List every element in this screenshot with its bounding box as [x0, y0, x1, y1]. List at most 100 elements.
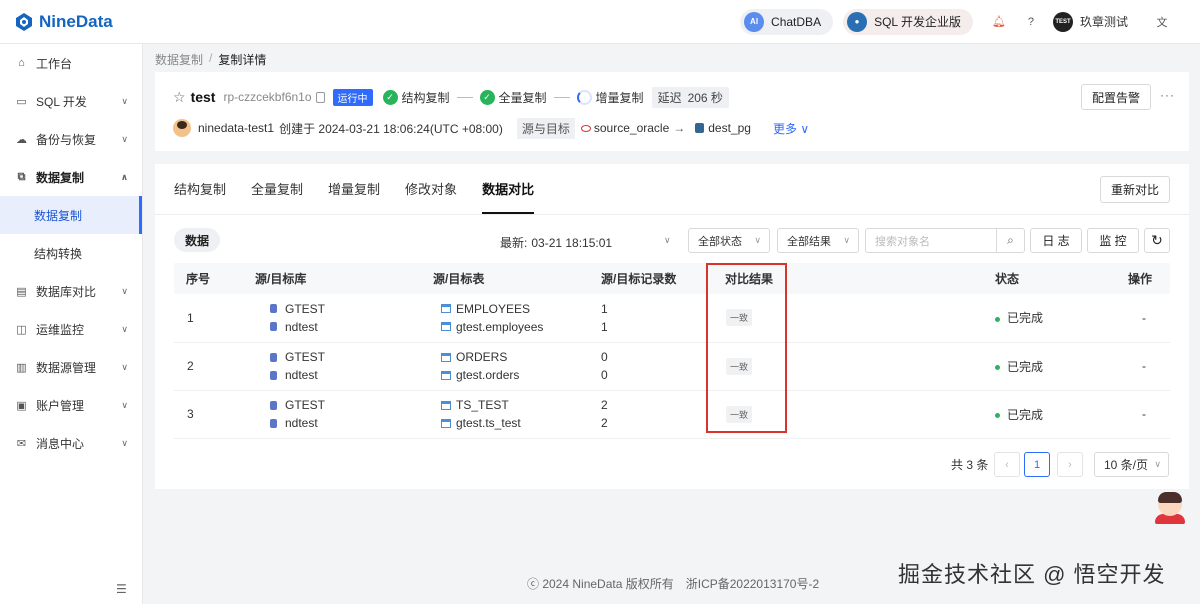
result-filter-select[interactable]: 全部结果 ∨	[777, 228, 859, 253]
sidebar-item-monitoring[interactable]: ◫ 运维监控 ∨	[0, 310, 142, 348]
target-db: ndtest	[285, 368, 318, 382]
stage-full: ✓ 全量复制	[479, 89, 547, 106]
sidebar-item-backup[interactable]: ☁ 备份与恢复 ∨	[0, 120, 142, 158]
log-button[interactable]: 日 志	[1030, 228, 1082, 253]
chevron-down-icon: ∨	[121, 361, 128, 372]
creator-name: ninedata-test1	[198, 121, 275, 135]
avatar: TEST	[1052, 11, 1073, 32]
delay-label: 延迟	[657, 90, 682, 105]
next-page-icon[interactable]: ›	[1057, 452, 1083, 477]
target-name[interactable]: dest_pg	[708, 121, 751, 135]
collapse-sidebar-icon[interactable]: ☰	[116, 582, 127, 596]
table-row: 3 GTEST ndtest TS_TEST gtest.ts_test 2 2…	[174, 390, 1170, 439]
sidebar: ⌂ 工作台 ▭ SQL 开发 ∨ ☁ 备份与恢复 ∨ ⧉ 数据复制 ∧ 数据复制…	[0, 44, 143, 604]
stage-divider	[456, 96, 473, 98]
globe-icon: ●	[847, 11, 868, 32]
sidebar-item-workbench[interactable]: ⌂ 工作台	[0, 44, 142, 82]
chatdba-button[interactable]: AI ChatDBA	[740, 8, 834, 35]
table-icon	[441, 352, 451, 362]
source-name[interactable]: source_oracle	[594, 121, 669, 135]
notification-icon[interactable]: 🔔︎	[991, 14, 1007, 30]
sidebar-item-label: 运维监控	[36, 322, 85, 337]
data-chip[interactable]: 数据	[174, 228, 220, 252]
prev-page-icon[interactable]: ‹	[994, 452, 1020, 477]
sql-edition-button[interactable]: ● SQL 开发企业版	[843, 8, 973, 35]
brand-logo[interactable]: NineData	[14, 12, 113, 32]
row-number: 2	[174, 342, 255, 391]
tab-full[interactable]: 全量复制	[251, 182, 303, 214]
help-icon[interactable]: ?	[1023, 14, 1039, 30]
sidebar-subitem-schema-convert[interactable]: 结构转换	[0, 234, 142, 272]
table-icon	[441, 400, 451, 410]
refresh-icon[interactable]: ↻	[1144, 228, 1170, 253]
tab-data-compare[interactable]: 数据对比	[482, 182, 535, 214]
more-link[interactable]: 更多 ∨	[773, 120, 809, 137]
breadcrumb-parent[interactable]: 数据复制	[155, 51, 203, 68]
sidebar-item-db-compare[interactable]: ▤ 数据库对比 ∨	[0, 272, 142, 310]
source-db: GTEST	[285, 301, 326, 316]
star-icon[interactable]: ☆	[173, 89, 186, 106]
target-count: 0	[601, 368, 608, 382]
status-filter-select[interactable]: 全部状态 ∨	[688, 228, 770, 253]
target-table: gtest.orders	[456, 368, 520, 382]
copy-icon[interactable]	[315, 91, 325, 103]
config-alert-button[interactable]: 配置告警	[1081, 84, 1151, 110]
sidebar-item-label: 工作台	[36, 56, 73, 71]
target-table: gtest.ts_test	[456, 416, 521, 430]
assistant-head	[1158, 492, 1182, 516]
total-count: 共 3 条	[951, 458, 989, 472]
stage-label: 增量复制	[595, 90, 644, 105]
chevron-down-icon[interactable]: ∨	[664, 235, 671, 246]
status-text: 已完成	[1007, 311, 1044, 326]
sidebar-item-replication[interactable]: ⧉ 数据复制 ∧	[0, 158, 142, 196]
brand-name: NineData	[39, 11, 113, 31]
search-input[interactable]: 搜索对象名 ⌕	[865, 228, 1025, 253]
source-table: TS_TEST	[456, 398, 509, 412]
monitor-button[interactable]: 监 控	[1087, 228, 1139, 253]
sidebar-item-account[interactable]: ▣ 账户管理 ∨	[0, 386, 142, 424]
sidebar-item-datasource[interactable]: ▥ 数据源管理 ∨	[0, 348, 142, 386]
chatdba-label: ChatDBA	[771, 14, 822, 29]
tab-incremental[interactable]: 增量复制	[328, 182, 380, 214]
page-size-value: 10 条/页	[1104, 458, 1149, 472]
column-header: 源/目标记录数	[595, 263, 708, 294]
language-icon[interactable]: 文	[1154, 14, 1170, 30]
more-options-icon[interactable]: ···	[1160, 88, 1175, 102]
source-table: ORDERS	[456, 350, 508, 364]
table-icon	[441, 370, 451, 380]
recompare-button[interactable]: 重新对比	[1100, 176, 1170, 203]
footer: ⓒ 2024 NineData 版权所有 浙ICP备2022013170号-2	[527, 575, 819, 592]
breadcrumb-current: 复制详情	[218, 53, 267, 67]
table-icon	[441, 304, 451, 314]
user-menu[interactable]: TEST 玖章测试	[1052, 11, 1128, 32]
status-dot	[995, 412, 1000, 418]
sidebar-item-messages[interactable]: ✉ 消息中心 ∨	[0, 424, 142, 462]
breadcrumb: 数据复制 / 复制详情	[155, 51, 266, 68]
sidebar-item-sql[interactable]: ▭ SQL 开发 ∨	[0, 82, 142, 120]
tab-modify-objects[interactable]: 修改对象	[405, 182, 457, 214]
assistant-avatar[interactable]	[1155, 492, 1185, 526]
sidebar-subitem-label: 数据复制	[34, 208, 83, 223]
result-tag: 一致	[726, 309, 753, 327]
mail-icon: ✉	[16, 437, 27, 450]
sidebar-item-label: 数据库对比	[36, 284, 97, 299]
status-text: 已完成	[1007, 359, 1044, 374]
sidebar-item-label: 备份与恢复	[36, 132, 97, 147]
ai-icon: AI	[744, 11, 765, 32]
sidebar-item-label: 消息中心	[36, 436, 85, 451]
result-tag: 一致	[726, 357, 753, 375]
sidebar-item-label: 数据源管理	[36, 360, 97, 375]
icp-link[interactable]: 浙ICP备2022013170号-2	[686, 577, 819, 591]
breadcrumb-separator: /	[209, 51, 213, 65]
monitor-chart-icon: ◫	[16, 323, 27, 336]
db-cell: GTEST ndtest	[255, 294, 425, 343]
delay-badge: 延迟 206 秒	[651, 86, 729, 108]
search-icon[interactable]: ⌕	[996, 229, 1024, 252]
page-button-current[interactable]: 1	[1024, 452, 1050, 477]
copy-icon: ⧉	[17, 170, 26, 183]
top-bar: NineData AI ChatDBA ● SQL 开发企业版 🔔︎ ? TES…	[0, 0, 1200, 44]
chevron-down-icon: ∨	[121, 285, 128, 296]
tab-schema[interactable]: 结构复制	[174, 182, 226, 214]
sidebar-subitem-replication[interactable]: 数据复制	[0, 196, 142, 234]
page-size-select[interactable]: 10 条/页 ∨	[1094, 452, 1169, 477]
